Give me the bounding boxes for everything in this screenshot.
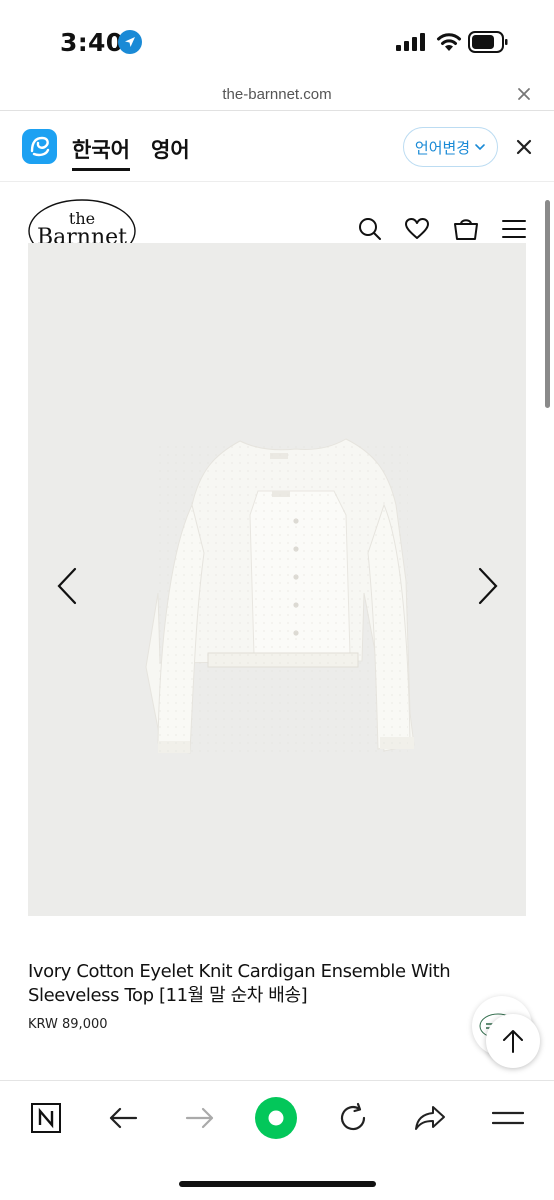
share-button[interactable]	[410, 1098, 450, 1138]
language-change-button[interactable]: 언어변경	[403, 127, 498, 167]
page-scrollbar[interactable]	[545, 200, 550, 408]
green-dot-button[interactable]	[254, 1096, 298, 1140]
back-button[interactable]	[103, 1098, 143, 1138]
naver-home-button[interactable]	[26, 1098, 66, 1138]
location-arrow-icon	[118, 30, 142, 54]
wifi-icon	[437, 33, 461, 51]
cardigan-photo	[145, 438, 415, 754]
green-dot-icon	[255, 1097, 297, 1139]
translate-bar: 한국어 영어 언어변경	[0, 111, 554, 182]
product-image[interactable]	[28, 243, 526, 916]
forward-icon	[185, 1107, 214, 1129]
tab-korean[interactable]: 한국어	[72, 134, 130, 164]
previous-image-arrow[interactable]	[55, 567, 79, 605]
forward-button[interactable]	[180, 1098, 220, 1138]
naver-icon	[31, 1103, 61, 1133]
home-indicator	[179, 1181, 376, 1187]
heart-icon[interactable]	[404, 216, 430, 242]
close-icon[interactable]	[514, 84, 534, 104]
next-image-arrow[interactable]	[476, 567, 500, 605]
status-time: 3:40	[60, 28, 124, 57]
back-icon	[109, 1107, 138, 1129]
product-title[interactable]: Ivory Cotton Eyelet Knit Cardigan Ensemb…	[28, 960, 488, 1008]
active-tab-indicator	[72, 168, 130, 171]
share-icon	[415, 1106, 445, 1130]
cart-icon[interactable]	[453, 216, 479, 242]
signal-icon	[396, 33, 425, 51]
reload-button[interactable]	[333, 1098, 373, 1138]
battery-icon	[468, 31, 508, 53]
arrow-up-icon	[503, 1030, 523, 1053]
menu-icon[interactable]	[501, 216, 527, 242]
scroll-to-top-button[interactable]	[486, 1014, 540, 1068]
language-change-label: 언어변경	[414, 138, 471, 157]
tab-english[interactable]: 영어	[151, 134, 190, 164]
menu-icon	[492, 1111, 524, 1125]
url-text[interactable]: the-barnnet.com	[0, 86, 554, 103]
product-price: KRW 89,000	[28, 1017, 108, 1032]
close-translate-icon[interactable]	[514, 137, 534, 157]
status-bar: 3:40	[0, 0, 554, 80]
search-icon[interactable]	[357, 216, 383, 242]
chevron-down-icon	[475, 144, 485, 151]
url-bar[interactable]: the-barnnet.com	[0, 80, 554, 111]
reload-icon	[340, 1102, 366, 1131]
papago-icon[interactable]	[22, 129, 57, 164]
browser-menu-button[interactable]	[488, 1098, 528, 1138]
